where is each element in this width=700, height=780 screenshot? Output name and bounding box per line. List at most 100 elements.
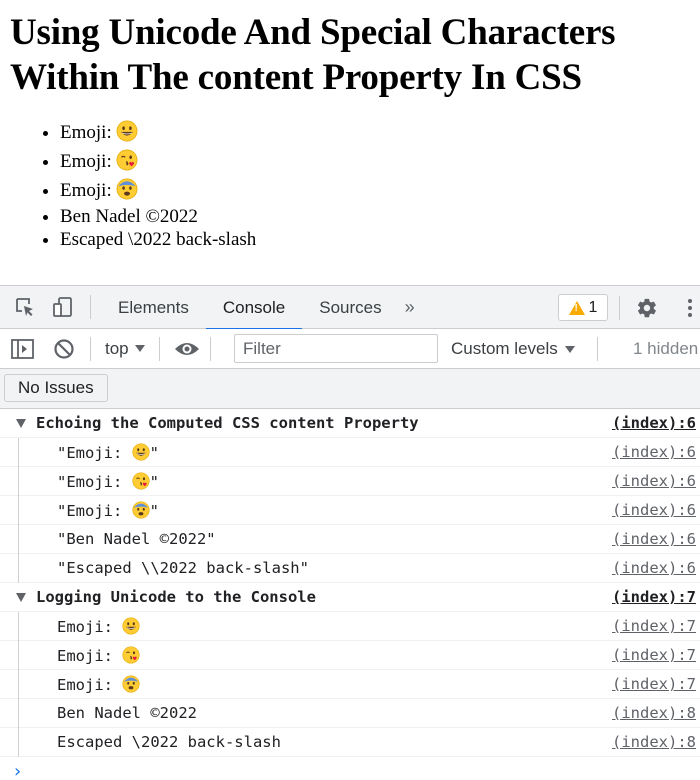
issues-bar: No Issues <box>0 369 700 409</box>
list-item: Emoji: <box>60 147 700 176</box>
source-link[interactable]: (index):7 <box>612 646 696 664</box>
source-link[interactable]: (index):6 <box>612 472 696 490</box>
console-message-text: Emoji: <box>57 674 140 694</box>
source-link[interactable]: (index):6 <box>612 530 696 548</box>
list-item: Emoji: <box>60 176 700 205</box>
console-group-title: Echoing the Computed CSS content Propert… <box>36 414 419 432</box>
page-title-line-2: Within The content Property In CSS <box>10 57 582 98</box>
page-content: Using Unicode And Special Characters Wit… <box>0 0 700 285</box>
console-message-text: "Ben Nadel ©2022" <box>57 530 216 548</box>
console-message-text: "Escaped \\2022 back-slash" <box>57 559 309 577</box>
message-prefix: "Emoji: <box>57 443 132 462</box>
chevron-down-icon <box>564 345 575 353</box>
console-group-header[interactable]: Logging Unicode to the Console (index):7 <box>0 583 700 612</box>
toolbar-divider <box>90 336 91 361</box>
warnings-count: 1 <box>588 298 598 316</box>
console-message: "Emoji: " (index):6 <box>0 467 700 496</box>
list-item: Escaped \2022 back-slash <box>60 228 700 251</box>
console-message-text: Escaped \2022 back-slash <box>57 733 281 751</box>
list-item: Emoji: <box>60 118 700 147</box>
console-message: Emoji: (index):7 <box>0 612 700 641</box>
toolbar-divider <box>158 336 160 361</box>
log-levels-dropdown[interactable]: Custom levels <box>451 329 575 369</box>
grinning-face-icon <box>132 442 150 461</box>
log-levels-label: Custom levels <box>451 339 558 358</box>
console-message-text: "Emoji: " <box>57 471 159 491</box>
warning-icon <box>568 300 585 315</box>
sidebar-toggle-icon[interactable] <box>10 337 36 361</box>
console-toolbar: top Custom levels 1 hidden <box>0 329 700 369</box>
live-expression-eye-icon[interactable] <box>174 339 200 359</box>
fearful-face-icon <box>122 674 140 693</box>
console-prompt-chevron-icon: › <box>12 761 23 780</box>
console-message: "Escaped \\2022 back-slash" (index):6 <box>0 554 700 583</box>
console-message-text: "Emoji: " <box>57 442 159 462</box>
toolbar-divider <box>619 296 620 320</box>
list-item: Ben Nadel ©2022 <box>60 205 700 228</box>
message-suffix: " <box>149 472 159 491</box>
issues-button[interactable]: No Issues <box>4 374 108 402</box>
face-blowing-kiss-icon <box>122 645 141 664</box>
source-link[interactable]: (index):6 <box>612 443 696 461</box>
console-message-text: "Emoji: " <box>57 500 159 520</box>
source-link[interactable]: (index):8 <box>612 733 696 751</box>
source-link[interactable]: (index):7 <box>612 675 696 693</box>
settings-gear-icon[interactable] <box>636 297 658 319</box>
message-prefix: "Emoji: <box>57 501 132 520</box>
console-prompt-row[interactable]: › <box>0 757 700 780</box>
clear-console-icon[interactable] <box>52 337 76 361</box>
console-message-text: Ben Nadel ©2022 <box>57 704 197 722</box>
face-blowing-kiss-icon <box>131 471 150 490</box>
toolbar-divider <box>597 337 598 361</box>
more-options-icon[interactable] <box>686 297 694 319</box>
devtools-tabbar: Elements Console Sources » 1 <box>0 286 700 330</box>
devtools-panel: Elements Console Sources » 1 top <box>0 285 700 780</box>
console-message: Ben Nadel ©2022 (index):8 <box>0 699 700 728</box>
tab-console[interactable]: Console <box>205 286 303 330</box>
console-message: Escaped \2022 back-slash (index):8 <box>0 728 700 757</box>
toolbar-divider <box>90 295 91 319</box>
source-link[interactable]: (index):6 <box>612 559 696 577</box>
grinning-face-icon <box>122 616 140 635</box>
device-toolbar-icon[interactable] <box>52 296 74 318</box>
grinning-face-icon <box>116 120 139 142</box>
source-link[interactable]: (index):6 <box>612 501 696 519</box>
list-item-label: Emoji: <box>60 180 117 201</box>
console-message: "Emoji: " (index):6 <box>0 438 700 467</box>
context-selector[interactable]: top <box>105 339 145 359</box>
message-prefix: Emoji: <box>57 675 123 694</box>
inspect-element-icon[interactable] <box>14 296 36 318</box>
chevron-down-icon <box>134 345 145 352</box>
list-item-label: Emoji: <box>60 122 117 143</box>
tab-elements[interactable]: Elements <box>101 286 206 329</box>
console-message: Emoji: (index):7 <box>0 670 700 699</box>
source-link[interactable]: (index):7 <box>612 617 696 635</box>
source-link[interactable]: (index):7 <box>612 588 696 606</box>
message-prefix: Emoji: <box>57 617 123 636</box>
console-group-title: Logging Unicode to the Console <box>36 588 316 606</box>
warnings-badge[interactable]: 1 <box>558 294 608 321</box>
expand-triangle-icon <box>16 419 26 428</box>
console-group-header[interactable]: Echoing the Computed CSS content Propert… <box>0 409 700 438</box>
demo-list: Emoji: Emoji: Emoji: Ben Nadel ©2022 Esc… <box>10 118 700 251</box>
message-prefix: "Emoji: <box>57 472 132 491</box>
list-item-label: Emoji: <box>60 151 117 172</box>
fearful-face-icon <box>116 178 139 200</box>
filter-input[interactable] <box>234 334 438 363</box>
console-message-text: Emoji: <box>57 645 141 665</box>
console-message: "Emoji: " (index):6 <box>0 496 700 525</box>
console-message-text: Emoji: <box>57 616 140 636</box>
console-messages: Echoing the Computed CSS content Propert… <box>0 409 700 780</box>
message-suffix: " <box>149 443 159 462</box>
fearful-face-icon <box>132 500 150 519</box>
message-prefix: Emoji: <box>57 646 123 665</box>
tab-sources[interactable]: Sources <box>302 286 398 329</box>
page-title: Using Unicode And Special Characters Wit… <box>10 10 700 100</box>
console-message: Emoji: (index):7 <box>0 641 700 670</box>
console-message: "Ben Nadel ©2022" (index):6 <box>0 525 700 554</box>
toolbar-divider <box>209 336 211 361</box>
page-title-line-1: Using Unicode And Special Characters <box>10 12 616 53</box>
source-link[interactable]: (index):8 <box>612 704 696 722</box>
more-tabs-button[interactable]: » <box>399 297 421 318</box>
source-link[interactable]: (index):6 <box>612 414 696 432</box>
